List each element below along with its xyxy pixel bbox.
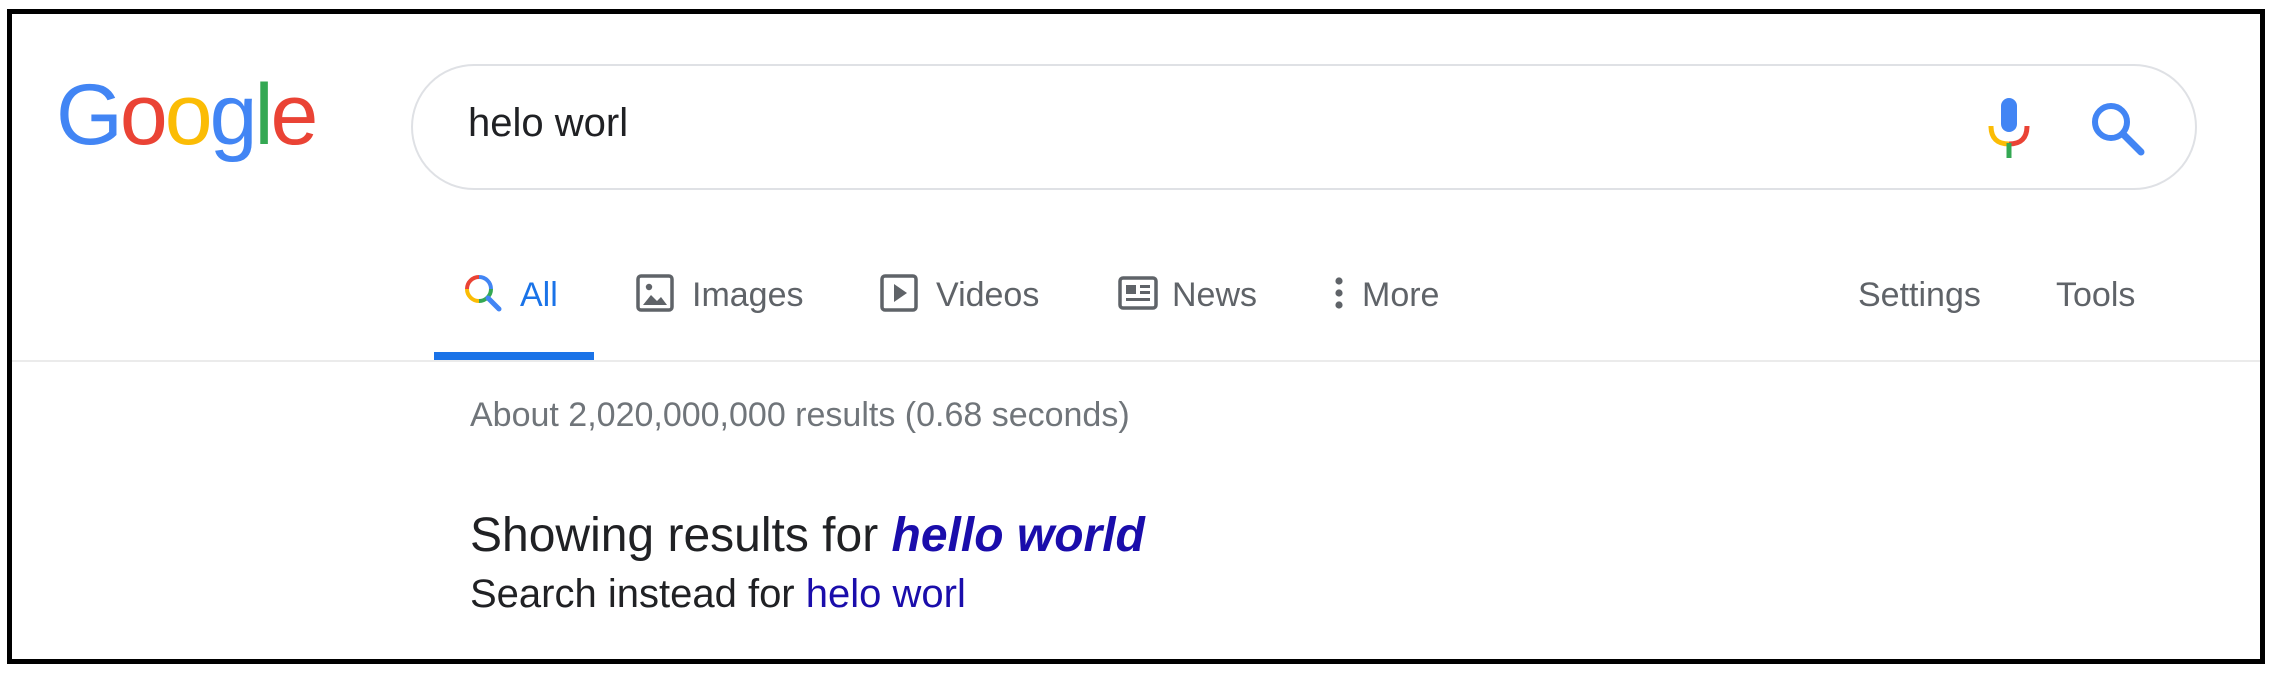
tab-label: Videos [936, 276, 1040, 314]
header-divider [12, 360, 2260, 362]
tab-images[interactable]: Images [634, 254, 814, 360]
showing-results-prefix: Showing results for [470, 509, 892, 562]
browser-frame: Google helo worl All Images Videos News … [7, 9, 2265, 664]
logo-letter: o [119, 67, 168, 163]
active-tab-indicator [434, 352, 594, 360]
search-button[interactable] [2085, 96, 2149, 160]
tab-more[interactable]: More [1330, 254, 1460, 360]
result-stats: About 2,020,000,000 results (0.68 second… [470, 396, 1130, 434]
logo-letter: G [56, 67, 123, 163]
logo-letter: g [209, 67, 258, 163]
tab-label: Images [692, 276, 804, 314]
settings-label: Settings [1858, 276, 1981, 314]
search-tabs: All Images Videos News More Settings Too… [12, 254, 2260, 360]
tab-all[interactable]: All [434, 254, 594, 360]
image-icon [636, 274, 674, 321]
google-logo[interactable]: Google [56, 72, 318, 172]
search-instead: Search instead for helo worl [470, 572, 966, 617]
corrected-query-link[interactable]: hello world [892, 509, 1145, 562]
tools-link[interactable]: Tools [2056, 254, 2156, 360]
search-instead-prefix: Search instead for [470, 572, 806, 616]
play-icon [880, 274, 918, 321]
search-multicolor-icon [464, 274, 502, 321]
spelling-correction: Showing results for hello world [470, 508, 1145, 563]
logo-letter: l [254, 67, 273, 163]
search-input[interactable]: helo worl [468, 101, 628, 146]
tab-label: News [1172, 276, 1258, 314]
tools-label: Tools [2056, 276, 2136, 314]
microphone-icon [1988, 98, 2030, 158]
tab-label: More [1362, 276, 1440, 314]
search-box[interactable]: helo worl [411, 64, 2197, 190]
more-vert-icon [1332, 274, 1346, 321]
tab-videos[interactable]: Videos [878, 254, 1058, 360]
tab-news[interactable]: News [1118, 254, 1278, 360]
tab-label: All [520, 276, 558, 314]
voice-search-button[interactable] [1979, 96, 2039, 160]
logo-letter: o [164, 67, 213, 163]
original-query-link[interactable]: helo worl [806, 572, 966, 616]
logo-letter: e [270, 67, 319, 163]
search-icon [2092, 103, 2145, 156]
settings-link[interactable]: Settings [1858, 254, 1998, 360]
newspaper-icon [1118, 274, 1158, 321]
